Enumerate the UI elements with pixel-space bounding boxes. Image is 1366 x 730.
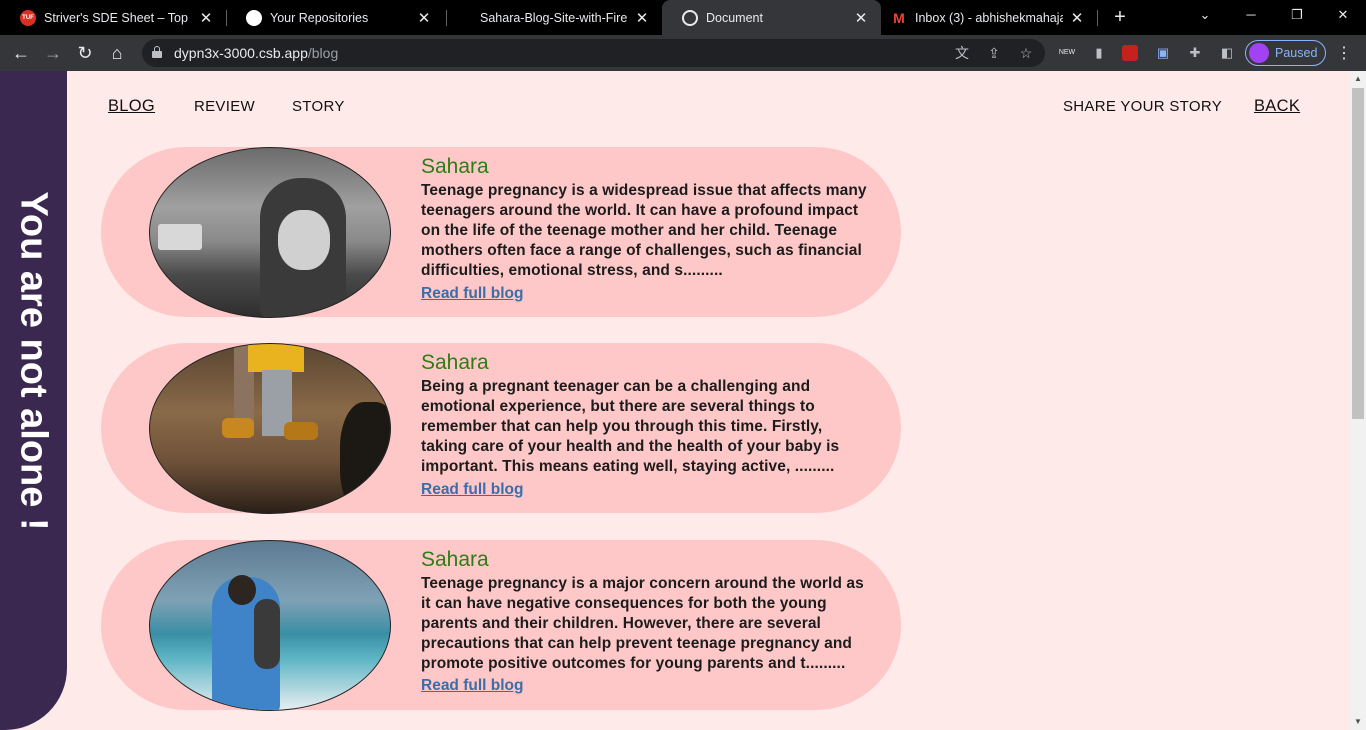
forward-arrow-icon[interactable]: → xyxy=(40,40,66,66)
blog-photo-father-child-beach xyxy=(149,540,391,711)
scroll-up-arrow-icon[interactable]: ▲ xyxy=(1350,71,1366,87)
url-path: /blog xyxy=(307,45,339,61)
blog-card-heading: Sahara xyxy=(421,548,489,571)
tab-your-repositories[interactable]: Your Repositories ✕ xyxy=(226,0,444,35)
url-text[interactable]: dypn3x-3000.csb.app/blog xyxy=(174,45,338,61)
blog-card-heading: Sahara xyxy=(421,155,489,178)
read-full-blog-link[interactable]: Read full blog xyxy=(421,481,523,499)
scrollbar-thumb[interactable] xyxy=(1352,88,1364,419)
more-menu-icon[interactable]: ⋮ xyxy=(1334,43,1354,63)
read-full-blog-link[interactable]: Read full blog xyxy=(421,677,523,695)
blog-card-heading: Sahara xyxy=(421,351,489,374)
scroll-down-arrow-icon[interactable]: ▼ xyxy=(1350,714,1366,730)
screen-capture-icon[interactable]: ▣ xyxy=(1154,44,1172,62)
tab-title: Document xyxy=(706,10,763,25)
page-viewport: You are not alone ! BLOG REVIEW STORY SH… xyxy=(0,71,1350,730)
close-icon[interactable]: ✕ xyxy=(1069,9,1085,27)
browser-tab-strip: TUF Striver's SDE Sheet – Top Cod ✕ Your… xyxy=(0,0,1366,35)
globe-icon xyxy=(682,9,698,26)
nav-blog-link[interactable]: BLOG xyxy=(108,97,155,116)
nav-back-link[interactable]: BACK xyxy=(1254,97,1300,116)
close-window-button[interactable]: ✕ xyxy=(1320,0,1366,30)
extension-bottle-icon[interactable]: ▮ xyxy=(1090,44,1108,62)
tab-search-icon[interactable]: ⌄ xyxy=(1182,0,1228,30)
close-icon[interactable]: ✕ xyxy=(416,9,432,27)
tab-sahara-blog-site[interactable]: Sahara-Blog-Site-with-Fireba ✕ xyxy=(446,0,662,35)
new-extension-icon[interactable]: NEW xyxy=(1058,44,1076,62)
blog-card: Sahara Being a pregnant teenager can be … xyxy=(101,343,901,514)
tuf-icon: TUF xyxy=(20,9,36,26)
nav-story-link[interactable]: STORY xyxy=(292,98,345,115)
url-host: dypn3x-3000.csb.app xyxy=(174,45,308,61)
avatar xyxy=(1249,43,1269,63)
extension-red-icon[interactable] xyxy=(1122,45,1138,61)
blog-photo-mother-child xyxy=(149,147,391,318)
share-icon[interactable]: ⇪ xyxy=(985,44,1003,62)
page-scrollbar[interactable]: ▲ ▼ xyxy=(1350,71,1366,730)
github-icon xyxy=(246,9,262,26)
new-tab-button[interactable]: + xyxy=(1108,5,1132,29)
tab-strivers-sde-sheet[interactable]: TUF Striver's SDE Sheet – Top Cod ✕ xyxy=(0,0,226,35)
read-full-blog-link[interactable]: Read full blog xyxy=(421,285,523,303)
side-banner: You are not alone ! xyxy=(0,71,67,730)
side-banner-text: You are not alone ! xyxy=(12,191,55,531)
blog-card-excerpt: Being a pregnant teenager can be a chall… xyxy=(421,378,840,475)
profile-button[interactable]: Paused xyxy=(1245,40,1326,66)
puzzle-extensions-icon[interactable]: ✚ xyxy=(1186,44,1204,62)
close-icon[interactable]: ✕ xyxy=(198,9,214,27)
blog-card-excerpt: Teenage pregnancy is a major concern aro… xyxy=(421,575,864,672)
close-icon[interactable]: ✕ xyxy=(634,9,650,27)
tab-title: Inbox (3) - abhishekmahajan xyxy=(915,10,1063,25)
reload-icon[interactable]: ↻ xyxy=(72,40,98,66)
blog-card: Sahara Teenage pregnancy is a major conc… xyxy=(101,540,901,711)
nav-review-link[interactable]: REVIEW xyxy=(194,98,255,115)
lock-icon[interactable] xyxy=(152,46,162,58)
minimize-button[interactable]: ─ xyxy=(1228,0,1274,30)
translate-icon[interactable]: 文 xyxy=(953,44,971,62)
address-bar[interactable]: dypn3x-3000.csb.app/blog 文 ⇪ ☆ xyxy=(142,39,1045,67)
browser-toolbar: ← → ↻ ⌂ dypn3x-3000.csb.app/blog 文 ⇪ ☆ N… xyxy=(0,35,1366,71)
tab-document[interactable]: Document ✕ xyxy=(662,0,881,35)
home-icon[interactable]: ⌂ xyxy=(104,40,130,66)
blog-card-excerpt: Teenage pregnancy is a widespread issue … xyxy=(421,182,867,279)
blog-card: Sahara Teenage pregnancy is a widespread… xyxy=(101,147,901,318)
gmail-icon: M xyxy=(893,9,905,26)
profile-status: Paused xyxy=(1275,46,1318,60)
tab-title: Sahara-Blog-Site-with-Fireba xyxy=(480,10,628,25)
blog-photo-child-boots xyxy=(149,343,391,514)
tab-divider xyxy=(1097,10,1098,26)
tab-title: Striver's SDE Sheet – Top Cod xyxy=(44,10,192,25)
bookmark-star-icon[interactable]: ☆ xyxy=(1017,44,1035,62)
back-arrow-icon[interactable]: ← xyxy=(8,40,34,66)
side-panel-icon[interactable]: ◧ xyxy=(1218,44,1236,62)
restore-button[interactable]: ❐ xyxy=(1274,0,1320,30)
tab-inbox[interactable]: M Inbox (3) - abhishekmahajan ✕ xyxy=(881,0,1097,35)
nav-share-your-story-link[interactable]: SHARE YOUR STORY xyxy=(1063,98,1222,115)
tab-title: Your Repositories xyxy=(270,10,369,25)
close-icon[interactable]: ✕ xyxy=(853,9,869,27)
